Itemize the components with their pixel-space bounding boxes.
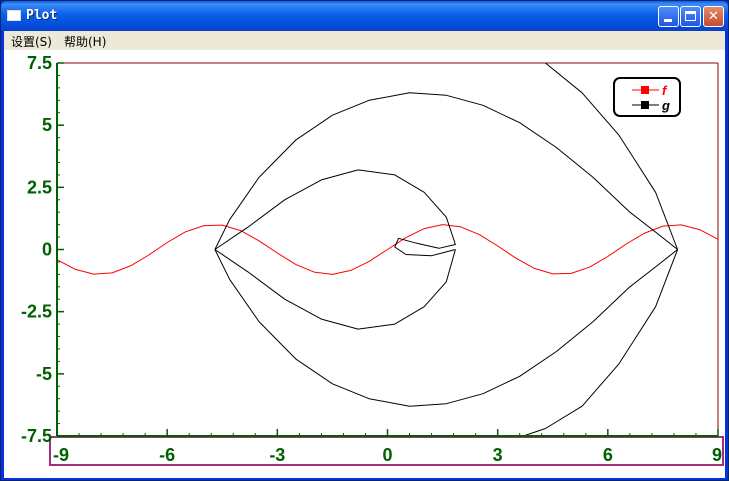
legend-g-marker (641, 101, 649, 109)
x-tick-label-4: 3 (493, 445, 503, 465)
menu-bar: 设置(S) 帮助(H) (4, 31, 725, 50)
x-tick-label-0: -9 (53, 445, 69, 465)
y-tick-label-3: 0 (42, 240, 52, 260)
series-g-segment-2 (214, 169, 456, 257)
minimize-button[interactable] (658, 6, 679, 27)
series-g-segment-5 (523, 249, 679, 437)
close-button[interactable]: ✕ (703, 6, 724, 27)
series-f-line (56, 224, 719, 275)
x-tick-label-2: -3 (269, 445, 285, 465)
minimize-icon (664, 19, 672, 22)
y-tick-label-5: -5 (36, 364, 52, 384)
x-tick-label-1: -6 (159, 445, 175, 465)
series-g-segment-1 (214, 249, 678, 407)
plot-window: Plot ✕ 设置(S) 帮助(H) 7.5 5 2.5 0 -2.5 -5 -7.5 -9 -… (0, 0, 729, 481)
legend-box (613, 77, 681, 117)
x-tick-label-6: 9 (712, 445, 722, 465)
series-g-segment-0 (214, 92, 678, 250)
close-icon: ✕ (708, 9, 719, 24)
app-icon (7, 10, 21, 21)
window-title: Plot (26, 8, 58, 23)
title-bar[interactable]: Plot ✕ (1, 1, 728, 31)
menu-settings[interactable]: 设置(S) (11, 33, 52, 50)
legend-g-label: g (661, 98, 670, 113)
maximize-icon (685, 11, 696, 21)
maximize-button[interactable] (680, 6, 701, 27)
x-tick-label-5: 6 (603, 445, 613, 465)
plot-area[interactable]: 7.5 5 2.5 0 -2.5 -5 -7.5 -9 -6 -3 0 3 6 9 fg (4, 50, 725, 478)
y-tick-label-2: 2.5 (27, 177, 52, 197)
x-tick-label-3: 0 (382, 445, 392, 465)
y-tick-label-0: 7.5 (27, 53, 52, 73)
legend-f-marker (641, 86, 649, 94)
y-tick-label-1: 5 (42, 115, 52, 135)
y-tick-label-4: -2.5 (21, 302, 52, 322)
menu-help[interactable]: 帮助(H) (64, 33, 106, 50)
y-tick-label-6: -7.5 (21, 426, 52, 446)
series-g-segment-3 (214, 249, 456, 330)
chart-canvas[interactable]: 7.552.50-2.5-5-7.5-9 -6 -3 0 3 6 9 fg (4, 50, 725, 478)
